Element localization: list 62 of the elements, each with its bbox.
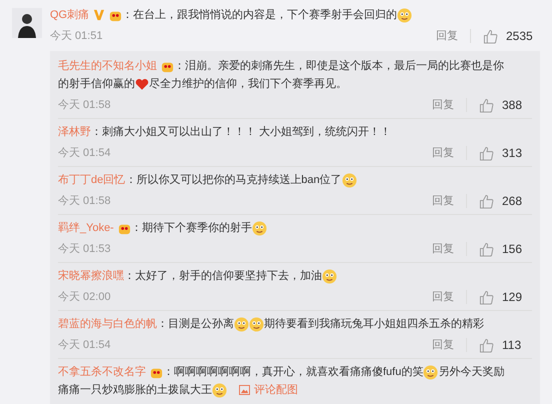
username-link[interactable]: 不拿五杀不改名字	[58, 363, 146, 381]
like-count: 388	[502, 97, 524, 114]
reply-link[interactable]: 回复	[432, 144, 454, 162]
comment-text: 尽全力维护的信仰，我们下个赛季再见。	[149, 76, 347, 92]
reply-link[interactable]: 回复	[436, 28, 458, 44]
comment-time: 今天 01:51	[50, 28, 103, 44]
smiley-icon	[249, 316, 264, 332]
thumbs-up-icon[interactable]	[479, 146, 494, 160]
like-count: 2535	[506, 28, 534, 45]
smiley-icon	[397, 8, 412, 22]
username-link[interactable]: 羁绊_Yoke-	[58, 219, 114, 237]
reply-link[interactable]: 回复	[432, 240, 454, 258]
reply-link[interactable]: 回复	[432, 336, 454, 354]
username-link[interactable]: 毛先生的不知名小姐	[58, 57, 157, 75]
smiley-icon	[342, 172, 357, 188]
comment-text: ：期待下个赛季你的射手	[130, 220, 252, 236]
comment-time: 今天 02:00	[58, 290, 111, 305]
attached-image-link[interactable]: 评论配图	[239, 381, 298, 399]
thumbs-up-icon[interactable]	[479, 194, 494, 208]
comment-time: 今天 01:54	[58, 146, 111, 161]
like-count: 313	[502, 145, 524, 162]
thumbs-up-icon[interactable]	[479, 98, 494, 112]
thumbs-up-icon[interactable]	[483, 28, 498, 44]
comment-text: 痛痛一只炒鸡膨胀的土拨鼠大王	[58, 383, 212, 398]
like-count: 113	[502, 337, 522, 354]
smiley-icon	[234, 316, 249, 332]
comment-text: ：在台上，跟我悄悄说的内容是，下个赛季射手会回归的	[122, 8, 398, 23]
avatar[interactable]	[12, 8, 42, 38]
reply-link[interactable]: 回复	[432, 288, 454, 306]
like-count: 156	[502, 241, 524, 258]
username-link[interactable]: 布丁丁de回忆	[58, 171, 126, 189]
comment-time: 今天 01:58	[58, 194, 111, 209]
username-link[interactable]: 宋晓幂擦浪嘿	[58, 267, 124, 285]
reply-link[interactable]: 回复	[432, 96, 454, 114]
comment-text: 期待要看到我痛玩兔耳小姐姐四杀五杀的精彩	[264, 317, 484, 332]
thumbs-up-icon[interactable]	[479, 290, 494, 304]
thumbs-up-icon[interactable]	[479, 338, 494, 352]
like-count: 268	[502, 193, 524, 210]
image-icon	[239, 385, 250, 395]
comment-time: 今天 01:53	[58, 242, 111, 257]
comment-text: ：所以你又可以把你的马克持续送上ban位了	[125, 173, 342, 188]
smiley-icon	[252, 220, 267, 236]
thumbs-up-icon[interactable]	[479, 242, 494, 256]
verified-icon	[93, 9, 106, 21]
like-count: 129	[502, 289, 524, 306]
heart-icon	[135, 78, 149, 90]
smiley-icon	[322, 268, 337, 284]
comment-text: 另外今天奖励	[438, 365, 504, 380]
username-link[interactable]: 泽林野	[58, 123, 91, 141]
username-link[interactable]: 碧蓝的海与白色的帆	[58, 315, 157, 333]
comment-time: 今天 01:58	[58, 98, 111, 113]
smiley-icon	[212, 382, 227, 398]
comment-text: ：啊啊啊啊啊啊啊，真开心，就喜欢看痛痛傻fufu的笑	[163, 364, 424, 380]
comment-text: 的射手信仰赢的	[58, 77, 135, 92]
comment-text: ：太好了，射手的信仰要坚持下去，加油	[124, 269, 322, 284]
smiley-icon	[423, 364, 438, 380]
comment-text: ：刺痛大小姐又可以出山了！！！ 大小姐驾到，统统闪开！！	[91, 124, 392, 140]
comment-text: ：泪崩。亲爱的刺痛先生，即使是这个版本，最后一局的比赛也是你	[174, 58, 504, 74]
username-link[interactable]: QG刺痛	[50, 6, 90, 24]
comment-text: ：目测是公孙离	[157, 316, 234, 332]
reply-link[interactable]: 回复	[432, 192, 454, 210]
comment-time: 今天 01:54	[58, 338, 111, 353]
